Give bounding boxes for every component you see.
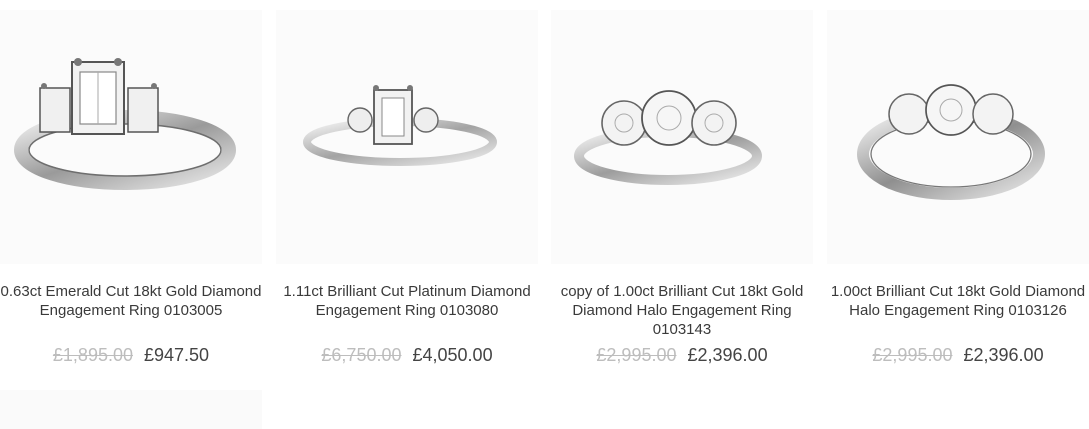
product-image[interactable] [827,10,1089,264]
product-name[interactable]: 1.11ct Brilliant Cut Platinum Diamond En… [276,282,538,320]
original-price: £2,995.00 [872,345,953,365]
product-image[interactable] [551,10,813,264]
original-price: £6,750.00 [321,345,402,365]
ring-three-round-diamond-icon [574,90,762,185]
sale-price: £2,396.00 [963,345,1044,365]
product-price: £2,995.00 £2,396.00 [551,344,813,366]
product-name[interactable]: copy of 1.00ct Brilliant Cut 18kt Gold D… [551,282,813,339]
product-price: £6,750.00 £4,050.00 [276,344,538,366]
product-price: £1,895.00 £947.50 [0,344,262,366]
original-price: £1,895.00 [52,345,133,365]
product-card[interactable]: copy of 1.00ct Brilliant Cut 18kt Gold D… [551,0,813,429]
ring-three-round-diamond-icon [857,84,1045,200]
product-card[interactable]: 1.11ct Brilliant Cut Platinum Diamond En… [276,0,538,429]
sale-price: £4,050.00 [412,345,493,365]
product-image[interactable] [276,10,538,264]
original-price: £2,995.00 [596,345,677,365]
product-card[interactable]: 0.63ct Emerald Cut 18kt Gold Diamond Eng… [0,0,262,429]
sale-price: £947.50 [144,345,210,365]
product-name[interactable]: 0.63ct Emerald Cut 18kt Gold Diamond Eng… [0,282,262,320]
next-row-placeholder [0,390,262,429]
product-image[interactable] [0,10,262,264]
product-price: £2,995.00 £2,396.00 [827,344,1089,366]
sale-price: £2,396.00 [687,345,768,365]
ring-emerald-centre-icon [303,85,497,166]
product-name[interactable]: 1.00ct Brilliant Cut 18kt Gold Diamond H… [827,282,1089,320]
ring-three-stone-emerald-icon [14,58,236,190]
product-grid: 0.63ct Emerald Cut 18kt Gold Diamond Eng… [0,0,1089,429]
product-card[interactable]: 1.00ct Brilliant Cut 18kt Gold Diamond H… [827,0,1089,429]
